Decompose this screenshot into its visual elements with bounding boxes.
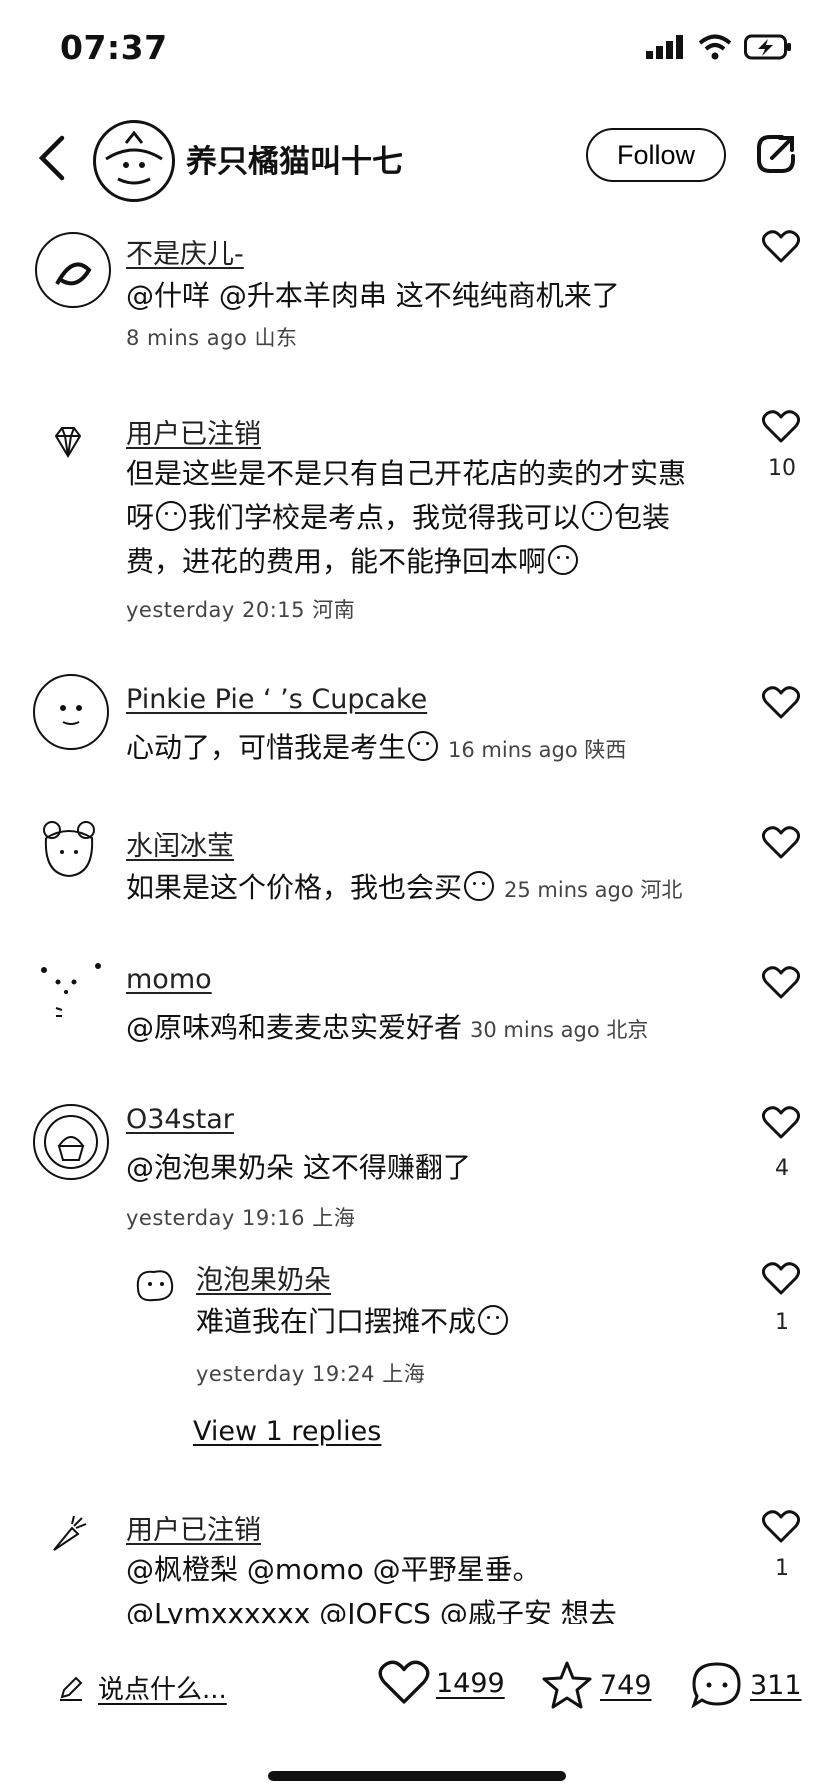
commenter-avatar[interactable] — [33, 674, 109, 750]
like-heart-icon[interactable] — [762, 1262, 800, 1296]
comment-username[interactable]: 水闰冰莹 — [126, 824, 234, 863]
like-count: 4 — [775, 1156, 789, 1181]
emoji-icon — [408, 731, 439, 761]
like-count: 1 — [775, 1310, 789, 1335]
reply-text: 难道我在门口摆摊不成 — [196, 1300, 736, 1344]
comment-meta: 8 mins ago 山东 — [126, 326, 298, 350]
comment-text-line: 难道我在门口摆摊不成 — [196, 1305, 477, 1338]
commenter-avatar[interactable] — [33, 1104, 109, 1180]
follow-button[interactable]: Follow — [586, 128, 726, 182]
comment-text: @泡泡果奶朵 这不得赚翻了 — [126, 1151, 471, 1184]
avatar-sketch-icon — [55, 262, 92, 286]
favorite-total: 749 — [600, 1669, 652, 1701]
like-heart-icon[interactable] — [762, 826, 800, 860]
star-icon — [542, 1661, 592, 1709]
back-chevron-icon[interactable] — [32, 132, 72, 184]
like-post-button[interactable]: 1499 — [378, 1660, 505, 1706]
comment-text-line: 如果是这个价格，我也会买 — [126, 871, 463, 904]
share-icon[interactable] — [756, 134, 796, 174]
favorite-button[interactable]: 749 — [540, 1660, 652, 1710]
battery-charging-icon — [744, 34, 791, 60]
comment-text: @什咩 @升本羊肉串 这不纯纯商机来了 — [126, 279, 620, 312]
wifi-icon — [698, 34, 732, 60]
emoji-icon — [478, 1305, 509, 1335]
like-total: 1499 — [436, 1667, 505, 1699]
comment-meta: 25 mins ago 河北 — [504, 878, 683, 902]
like-heart-icon[interactable] — [762, 410, 800, 444]
like-heart-icon[interactable] — [762, 686, 800, 720]
comment-input-placeholder: 说点什么... — [98, 1675, 227, 1705]
cupcake-avatar-icon — [44, 1115, 98, 1169]
like-count: 10 — [768, 456, 796, 481]
status-icons — [646, 34, 792, 60]
comment-meta: yesterday 19:16 上海 — [126, 1206, 356, 1230]
comment-text-line: @原味鸡和麦麦忠实爱好者 — [126, 1011, 463, 1044]
comment-meta: 16 mins ago 陕西 — [448, 738, 627, 762]
comment-text-line: @枫橙梨 @momo @平野星垂。 — [126, 1553, 541, 1586]
comment-input[interactable]: 说点什么... — [58, 1669, 227, 1706]
comment-text-line: 心动了，可惜我是考生 — [126, 731, 407, 764]
comment-text: @枫橙梨 @momo @平野星垂。 @Lymxxxxxx @JOFCS @戚子安… — [126, 1548, 696, 1624]
chat-bubble-icon — [691, 1662, 741, 1709]
comment-text: 心动了，可惜我是考生 16 mins ago 陕西 — [126, 726, 766, 772]
emoji-icon — [582, 501, 613, 531]
author-name[interactable]: 养只橘猫叫十七 — [186, 136, 403, 181]
emoji-icon — [548, 545, 579, 575]
comment-meta: yesterday 20:15 河南 — [126, 598, 356, 622]
emoji-icon — [156, 501, 187, 531]
comment-text-line: @Lymxxxxxx @JOFCS @戚子安 想去 — [126, 1597, 617, 1624]
view-replies-link[interactable]: View 1 replies — [193, 1416, 381, 1447]
bear-avatar-icon[interactable] — [38, 818, 100, 880]
comment-total: 311 — [750, 1669, 802, 1701]
comment-username[interactable]: Pinkie Pie ‘ ’s Cupcake — [126, 684, 427, 715]
comment-meta: 30 mins ago 北京 — [470, 1018, 649, 1042]
carrot-avatar-icon[interactable] — [48, 1514, 88, 1554]
like-heart-icon[interactable] — [762, 1106, 800, 1140]
like-count: 1 — [775, 1556, 789, 1581]
status-time: 07:37 — [60, 28, 168, 67]
comment-text: 但是这些是不是只有自己开花店的卖的才实惠呀 我们学校是考点，我觉得我可以 包装费，进… — [126, 452, 696, 584]
commenter-avatar[interactable] — [35, 232, 111, 308]
comment-username[interactable]: O34star — [126, 1104, 234, 1135]
signal-icon — [646, 35, 683, 59]
comment-username[interactable]: 不是庆儿- — [126, 232, 244, 271]
like-heart-icon[interactable] — [762, 230, 800, 264]
reply-avatar-icon[interactable] — [130, 1258, 180, 1308]
comments-button[interactable]: 311 — [690, 1660, 802, 1710]
comment-text: 如果是这个价格，我也会买 25 mins ago 河北 — [126, 866, 766, 912]
comment-username[interactable]: 用户已注销 — [126, 1508, 261, 1547]
face-avatar-icon — [60, 705, 82, 725]
reply-username[interactable]: 泡泡果奶朵 — [196, 1258, 331, 1297]
cat-dots-avatar-icon[interactable] — [34, 958, 104, 1028]
diamond-avatar-icon[interactable] — [50, 424, 86, 460]
like-heart-icon[interactable] — [762, 1510, 800, 1544]
comment-text: @原味鸡和麦麦忠实爱好者 30 mins ago 北京 — [126, 1006, 766, 1052]
home-indicator — [268, 1771, 566, 1781]
emoji-icon — [464, 871, 495, 901]
cat-avatar-icon — [105, 130, 163, 185]
author-avatar[interactable] — [93, 120, 175, 202]
reply-meta: yesterday 19:24 上海 — [196, 1362, 426, 1386]
like-heart-icon[interactable] — [762, 966, 800, 1000]
pencil-icon — [60, 1676, 83, 1701]
heart-icon — [378, 1660, 430, 1704]
comment-text-line: 我们学校是考点，我觉得我可以 — [188, 501, 581, 534]
comment-username[interactable]: momo — [126, 964, 212, 995]
comment-username[interactable]: 用户已注销 — [126, 412, 261, 451]
